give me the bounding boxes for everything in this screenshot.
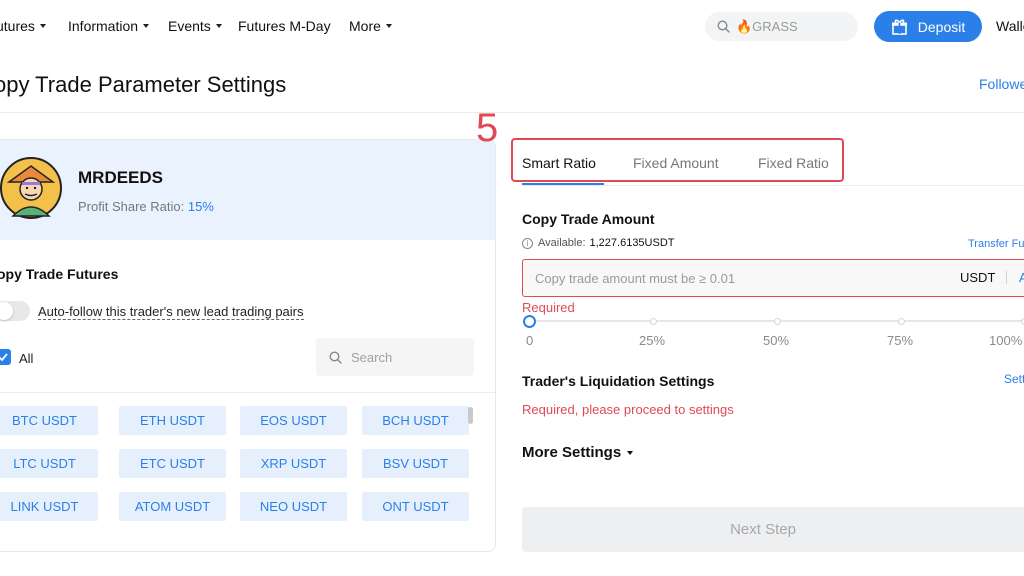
trader-name: MRDEEDS: [78, 168, 164, 187]
slider-label-75: 75%: [887, 333, 914, 348]
slider-label-100: 100%: [989, 333, 1023, 348]
pair-bsv-usdt[interactable]: BSV USDT: [362, 449, 469, 478]
nav-events-label: Events: [168, 18, 211, 34]
trader-card: MRDEEDS Profit Share Ratio: 15%: [0, 140, 495, 240]
nav-events[interactable]: Events: [168, 18, 222, 34]
pairs-divider: [0, 392, 495, 393]
auto-follow-label: Auto-follow this trader's new lead tradi…: [38, 304, 304, 320]
pair-search-input[interactable]: [351, 349, 461, 365]
global-search-input[interactable]: [736, 19, 846, 34]
pair-ont-usdt[interactable]: ONT USDT: [362, 492, 469, 521]
pair-btc-usdt[interactable]: BTC USDT: [0, 406, 98, 435]
pair-xrp-usdt[interactable]: XRP USDT: [240, 449, 347, 478]
copy-amount-input[interactable]: [535, 270, 935, 286]
top-nav: utures Information Events Futures M-Day …: [0, 0, 1024, 52]
amount-unit: USDT: [960, 270, 996, 285]
nav-more-label: More: [349, 18, 381, 34]
pair-atom-usdt[interactable]: ATOM USDT: [119, 492, 226, 521]
amount-required-error: Required: [522, 300, 575, 315]
more-settings-toggle[interactable]: More Settings: [522, 444, 634, 461]
trader-panel: MRDEEDS Profit Share Ratio: 15% opy Trad…: [0, 139, 496, 552]
more-settings-label: More Settings: [522, 444, 622, 461]
slider-dot-25[interactable]: [650, 318, 657, 325]
liquidation-settings-title: Trader's Liquidation Settings: [522, 373, 715, 389]
tabs-highlight-annotation: [511, 138, 844, 182]
chevron-down-icon: [627, 450, 634, 455]
copy-amount-field[interactable]: [522, 259, 1024, 297]
tabs-divider: [522, 185, 1024, 186]
nav-information[interactable]: Information: [68, 18, 150, 34]
transfer-link[interactable]: Transfer Fu: [968, 238, 1024, 250]
pairs-scrollbar[interactable]: [468, 407, 473, 424]
liquidation-settings-link[interactable]: Sett: [1004, 372, 1024, 386]
deposit-label: Deposit: [917, 18, 966, 35]
gift-icon: [891, 19, 907, 35]
deposit-button[interactable]: Deposit: [874, 11, 982, 42]
pair-neo-usdt[interactable]: NEO USDT: [240, 492, 347, 521]
select-all-checkbox[interactable]: [0, 349, 11, 365]
profit-share-value: 15%: [187, 199, 214, 214]
title-divider: [0, 112, 1024, 113]
profit-share-label: Profit Share Ratio:: [78, 199, 185, 214]
chevron-down-icon: [143, 24, 150, 28]
nav-futures-mday-label: Futures M-Day: [238, 18, 331, 34]
search-icon: [717, 20, 730, 33]
unit-separator: [1006, 271, 1007, 284]
pair-ltc-usdt[interactable]: LTC USDT: [0, 449, 98, 478]
select-all-label: All: [19, 351, 34, 366]
slider-dot-75[interactable]: [898, 318, 905, 325]
copy-trade-futures-title: opy Trade Futures: [0, 266, 119, 282]
pair-eos-usdt[interactable]: EOS USDT: [240, 406, 347, 435]
page-title: opy Trade Parameter Settings: [0, 72, 287, 97]
nav-futures[interactable]: utures: [0, 18, 46, 34]
chevron-down-icon: [39, 24, 46, 28]
slider-label-25: 25%: [639, 333, 666, 348]
available-value: 1,227.6135USDT: [589, 237, 675, 249]
pair-link-usdt[interactable]: LINK USDT: [0, 492, 98, 521]
available-balance: i Available: 1,227.6135USDT: [522, 237, 675, 249]
pair-eth-usdt[interactable]: ETH USDT: [119, 406, 226, 435]
avatar: [0, 157, 62, 219]
slider-label-0: 0: [526, 333, 534, 348]
search-icon: [329, 350, 342, 364]
nav-futures-label: utures: [0, 18, 35, 34]
amount-max-link[interactable]: A: [1019, 270, 1024, 285]
info-icon[interactable]: i: [522, 237, 533, 249]
profit-share-ratio: Profit Share Ratio: 15%: [78, 199, 214, 214]
auto-follow-toggle[interactable]: [0, 301, 30, 321]
nav-information-label: Information: [68, 18, 139, 34]
nav-futures-mday[interactable]: Futures M-Day: [238, 18, 331, 34]
liquidation-required-error: Required, please proceed to settings: [522, 402, 734, 417]
next-step-button[interactable]: Next Step: [522, 507, 1024, 552]
followed-link[interactable]: Followe: [979, 76, 1024, 92]
chevron-down-icon: [385, 24, 392, 28]
amount-slider-handle[interactable]: [523, 315, 536, 328]
nav-more[interactable]: More: [349, 18, 392, 34]
nav-wallet[interactable]: Walle: [996, 18, 1024, 34]
check-icon: [0, 353, 8, 361]
step-annotation-number: 5: [476, 106, 499, 150]
pair-etc-usdt[interactable]: ETC USDT: [119, 449, 226, 478]
available-label: Available:: [538, 237, 586, 249]
copy-trade-amount-title: Copy Trade Amount: [522, 211, 655, 227]
slider-label-50: 50%: [763, 333, 790, 348]
pair-bch-usdt[interactable]: BCH USDT: [362, 406, 469, 435]
chevron-down-icon: [215, 24, 222, 28]
pair-search[interactable]: [316, 338, 474, 376]
global-search[interactable]: [705, 12, 858, 41]
slider-dot-50[interactable]: [774, 318, 781, 325]
